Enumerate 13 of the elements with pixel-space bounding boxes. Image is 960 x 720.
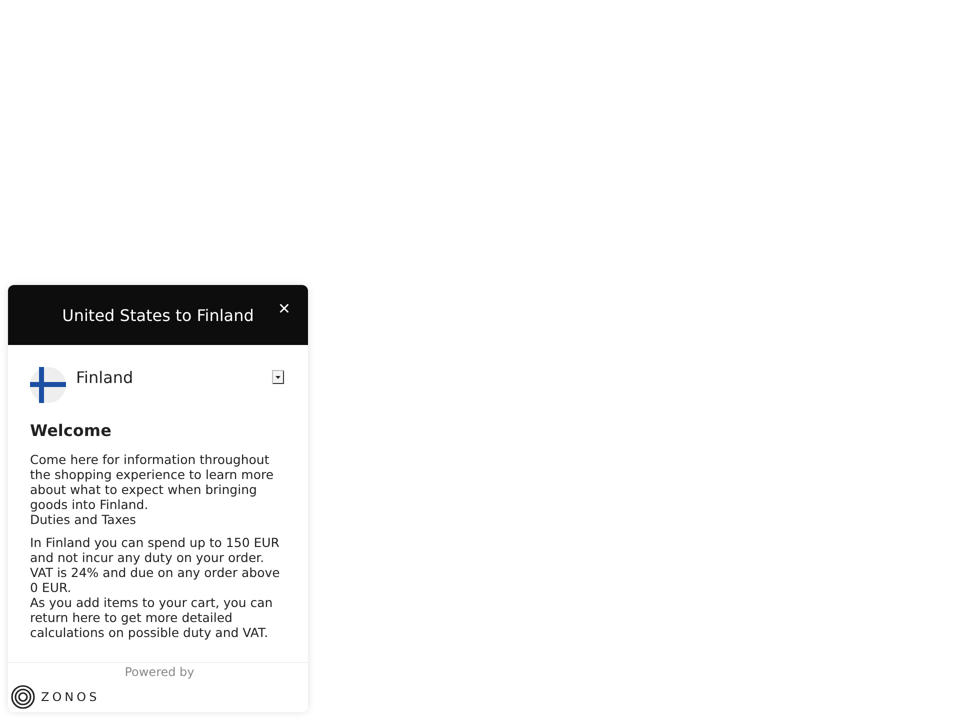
welcome-heading: Welcome <box>30 421 112 440</box>
paragraph: As you add items to your cart, you can return here to get more detailed calculations on possible duty and VAT. <box>30 595 274 640</box>
country-select[interactable]: Finland <box>76 367 262 387</box>
paragraph: In Finland you can spend up to 150 EUR and not incur any duty on your order. VAT is 24% and due on any order above 0 EUR. <box>30 535 281 595</box>
rings-logo-icon <box>11 685 35 709</box>
powered-by-text: Powered by <box>124 664 196 679</box>
close-button[interactable]: × <box>276 297 292 321</box>
panel-title: United States to Finland <box>62 306 254 324</box>
section-title: Duties and Taxes <box>30 512 138 527</box>
flag-icon <box>30 367 66 403</box>
brand-name: ZONOS <box>41 690 100 704</box>
dropdown-icon[interactable] <box>272 370 284 384</box>
intro-text: Come here for information throughout the shopping experience to learn more about what to expect when bringing goods into Finland. <box>30 452 275 512</box>
